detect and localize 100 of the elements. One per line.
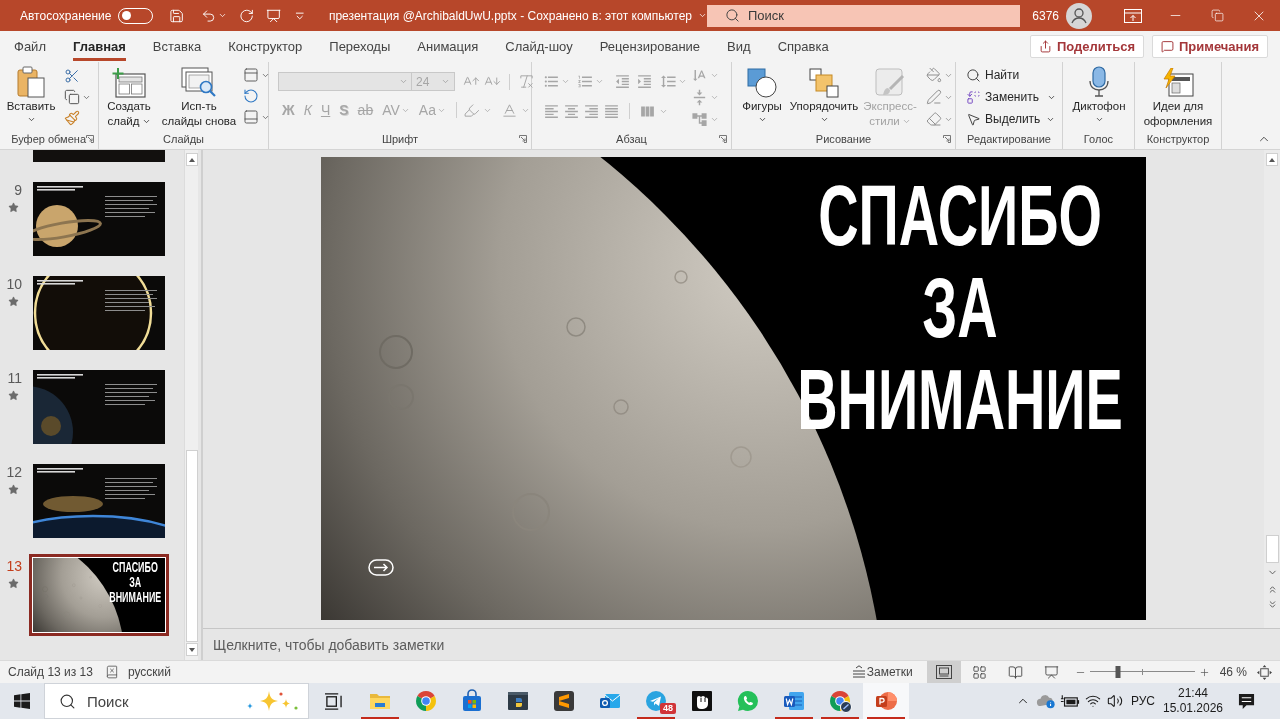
window-title[interactable]: презентация @ArchibaldUwU.pptx - Сохранено в: этот компьютер (328, 6, 692, 25)
align-center-icon[interactable] (563, 102, 580, 120)
zoom-slider-thumb[interactable] (1115, 666, 1121, 678)
clock-time[interactable]: 21:44 (1178, 686, 1208, 701)
ribbon-tab[interactable]: Главная (72, 35, 126, 61)
increase-indent-icon[interactable] (636, 72, 653, 90)
zoom-slider[interactable] (1089, 666, 1195, 678)
dialog-launcher-icon[interactable] (86, 135, 94, 143)
scroll-up-button[interactable] (185, 153, 198, 166)
paint-bucket-icon[interactable] (926, 67, 942, 83)
new-slide-button[interactable]: Создать слайд (103, 62, 155, 129)
slide-thumbnail[interactable] (33, 150, 165, 162)
ribbon-tab[interactable]: Переходы (329, 35, 391, 61)
decrease-indent-icon[interactable] (614, 72, 631, 90)
language-label[interactable]: русский (127, 663, 171, 681)
dialog-launcher-icon[interactable] (943, 135, 951, 143)
caret-icon[interactable] (217, 11, 227, 20)
notes-button[interactable]: Заметки (851, 661, 913, 683)
save-icon[interactable] (169, 7, 185, 24)
highlighter-icon[interactable] (462, 101, 480, 119)
notification-icon[interactable] (1237, 692, 1255, 710)
fist-icon (690, 689, 714, 713)
align-right-icon[interactable] (583, 102, 600, 120)
replace-icon (966, 89, 981, 105)
slide-thumbnail[interactable] (33, 370, 165, 444)
taskbar-button[interactable]: 48 (633, 683, 679, 719)
font-color-icon[interactable] (500, 101, 518, 119)
star-icon (8, 578, 19, 589)
start-icon[interactable] (14, 693, 30, 709)
reset-icon[interactable] (243, 88, 259, 104)
slide-thumbnail[interactable] (33, 464, 165, 538)
fit-to-window-icon[interactable] (1257, 664, 1272, 680)
avatar-icon[interactable] (1066, 2, 1092, 29)
ribbon-tab[interactable]: Вставка (152, 35, 202, 61)
ribbon-tab[interactable]: Конструктор (228, 35, 303, 61)
share-button[interactable]: Поделиться (1029, 35, 1144, 58)
shapes-button[interactable]: Фигуры (736, 62, 788, 129)
group-label: Шрифт (381, 133, 419, 145)
taskbar-search-field[interactable]: Поиск (44, 683, 309, 719)
clear-formatting-icon[interactable] (518, 73, 535, 90)
smartart-icon[interactable] (691, 110, 708, 128)
clock-date[interactable]: 15.01.2026 (1162, 701, 1224, 716)
wifi-icon[interactable] (1085, 693, 1101, 709)
ribbon-tab[interactable]: Рецензирование (599, 35, 701, 61)
notes-field[interactable]: Щелкните, чтобы добавить заметки (203, 628, 1280, 660)
section-icon[interactable] (243, 109, 259, 125)
triangle-up-icon (1269, 157, 1275, 162)
battery-icon[interactable] (1060, 694, 1080, 708)
slide-thumbnail[interactable] (33, 182, 165, 256)
ribbon-tab[interactable]: Анимация (417, 35, 479, 61)
zoom-level-label[interactable]: 46 % (1219, 663, 1247, 681)
scrollbar-thumb[interactable] (1265, 535, 1279, 563)
scroll-down-button[interactable] (185, 643, 198, 656)
ribbon-tab[interactable]: Вид (727, 35, 751, 61)
dialog-launcher-icon[interactable] (719, 135, 727, 143)
presentation-icon[interactable] (266, 7, 282, 24)
thumbnail-title: СПАСИБО ЗА ВНИМАНИЕ (108, 559, 163, 605)
select-button[interactable]: Выделить (966, 109, 1056, 129)
book-x-icon[interactable] (104, 665, 119, 679)
scroll-up-button[interactable] (1266, 153, 1278, 166)
slide-thumbnail[interactable]: СПАСИБО ЗА ВНИМАНИЕ (29, 554, 169, 636)
scrollbar-thumb[interactable] (185, 450, 198, 642)
paintbrush-icon[interactable] (64, 110, 80, 126)
search-field[interactable]: Поиск (707, 4, 1020, 27)
slides-search-icon (181, 66, 217, 98)
paste-button[interactable]: Вставить (4, 62, 58, 126)
triangle-down-icon (188, 647, 195, 652)
restore-icon[interactable] (1210, 9, 1224, 22)
arrange-button[interactable]: Упорядочить (788, 62, 860, 129)
undo-icon[interactable] (200, 7, 216, 24)
keyboard-language[interactable]: РУС (1126, 692, 1160, 710)
find-button[interactable]: Найти (966, 65, 1056, 85)
scissors-icon[interactable] (64, 68, 80, 84)
ribbon-tab[interactable]: Слайд-шоу (505, 35, 573, 61)
design-ideas-button[interactable]: Идеи для оформления (1138, 62, 1218, 129)
justify-icon[interactable] (603, 102, 620, 120)
layout-icon[interactable] (243, 67, 259, 83)
ribbon-tab[interactable]: Справка (777, 35, 829, 61)
caret-icon[interactable] (698, 11, 707, 20)
ribbon-display-icon[interactable] (1124, 8, 1142, 23)
customize-icon[interactable] (295, 10, 305, 21)
volume-icon[interactable] (1107, 693, 1123, 709)
pen-line-icon[interactable] (926, 89, 942, 105)
cloud-icon[interactable] (1036, 693, 1056, 709)
align-text-icon[interactable] (691, 88, 708, 106)
view-button[interactable] (926, 661, 961, 683)
slide-thumbnail[interactable] (33, 276, 165, 350)
replace-button[interactable]: Заменить (966, 87, 1056, 107)
comments-button[interactable]: Примечания (1152, 35, 1268, 58)
phone-bubble-icon (736, 689, 760, 713)
dictate-button[interactable]: Диктофон (1067, 62, 1131, 124)
zoom-in-icon[interactable] (1198, 666, 1210, 678)
redo-icon[interactable] (238, 7, 255, 24)
eraser-icon[interactable] (926, 111, 942, 127)
align-left-icon[interactable] (543, 102, 560, 120)
dialog-launcher-icon[interactable] (519, 135, 527, 143)
reuse-slides-button[interactable]: Исп-ть слайды снова (158, 62, 240, 129)
ribbon-tab[interactable]: Файл (14, 35, 46, 61)
task-view-icon[interactable] (323, 692, 343, 710)
copy-icon[interactable] (64, 89, 80, 105)
